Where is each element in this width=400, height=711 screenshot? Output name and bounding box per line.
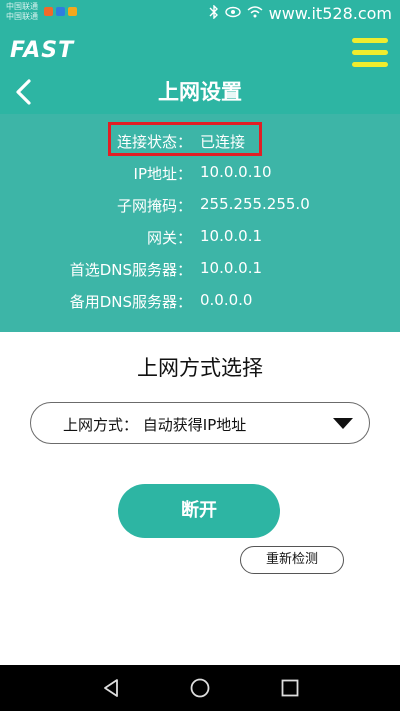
status-indicators: www.it528.com — [209, 3, 392, 23]
page-title: 上网设置 — [158, 80, 242, 104]
status-bar: 中国联通 中国联通 www.it528.com — [0, 0, 400, 28]
info-label: 网关： — [146, 229, 192, 247]
nav-recents-icon[interactable] — [279, 677, 301, 699]
dropdown-arrow-icon — [333, 418, 353, 429]
info-row-dns-primary: 首选DNS服务器： 10.0.0.1 — [0, 259, 400, 289]
info-row-gateway: 网关： 10.0.0.1 — [0, 227, 400, 257]
disconnect-button[interactable]: 断开 — [118, 484, 280, 538]
info-value: 10.0.0.10 — [200, 163, 272, 181]
carrier-line-2: 中国联通 — [6, 12, 38, 21]
carrier-line-1: 中国联通 — [6, 2, 38, 11]
info-value: 10.0.0.1 — [200, 259, 263, 277]
info-row-subnet: 子网掩码： 255.255.255.0 — [0, 195, 400, 225]
watermark-site: www.it528.com — [268, 4, 392, 23]
info-row-ip: IP地址： 10.0.0.10 — [0, 163, 400, 193]
status-highlight-box — [108, 122, 262, 156]
notification-app-icon — [68, 7, 77, 16]
notification-icons — [44, 7, 77, 16]
notification-app-icon — [56, 7, 65, 16]
eye-icon — [224, 6, 241, 22]
system-nav-bar — [0, 665, 400, 711]
info-label: 首选DNS服务器： — [69, 261, 192, 279]
carrier-label: 中国联通 中国联通 — [6, 2, 38, 22]
select-value: 上网方式： 自动获得IP地址 — [63, 416, 247, 434]
nav-home-icon[interactable] — [189, 677, 211, 699]
info-label: IP地址： — [133, 165, 192, 183]
info-value: 10.0.0.1 — [200, 227, 263, 245]
notification-app-icon — [44, 7, 53, 16]
wifi-icon — [247, 5, 263, 22]
info-value: 0.0.0.0 — [200, 291, 253, 309]
bluetooth-icon — [209, 3, 219, 23]
info-label: 子网掩码： — [116, 197, 192, 215]
brand-logo: FAST — [10, 38, 75, 63]
info-value: 255.255.255.0 — [200, 195, 310, 213]
connection-type-select[interactable]: 上网方式： 自动获得IP地址 — [30, 402, 370, 444]
section-title: 上网方式选择 — [137, 356, 263, 380]
hamburger-menu-icon[interactable] — [352, 38, 388, 68]
recheck-button[interactable]: 重新检测 — [240, 546, 344, 574]
app-header: FAST 上网设置 — [0, 28, 400, 114]
info-row-dns-secondary: 备用DNS服务器： 0.0.0.0 — [0, 291, 400, 321]
info-label: 备用DNS服务器： — [69, 293, 192, 311]
nav-back-icon[interactable] — [100, 677, 122, 699]
